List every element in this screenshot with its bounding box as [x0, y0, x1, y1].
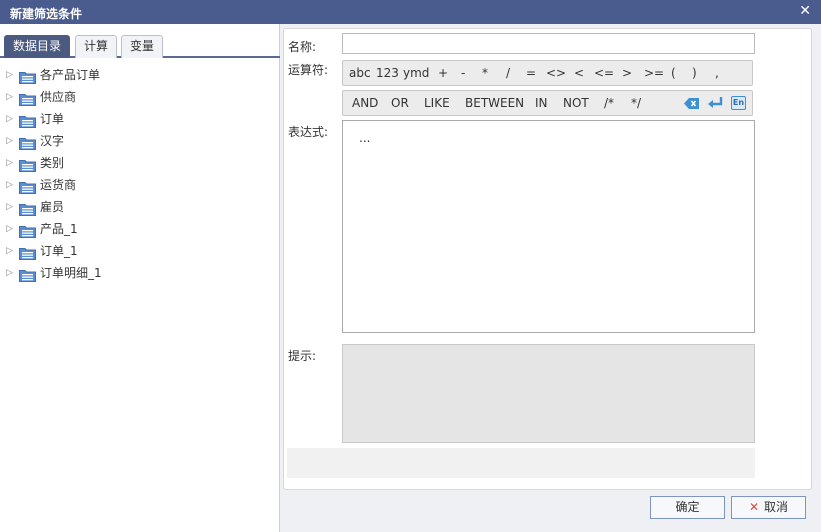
operator-button[interactable]: ymd	[403, 66, 429, 80]
operator-button[interactable]: OR	[391, 96, 409, 110]
table-folder-icon	[19, 69, 36, 84]
operator-button[interactable]: (	[671, 66, 676, 80]
operator-bar-primary: abc 123 ymd + - * / = <> < <= > >= (),	[342, 60, 753, 86]
operator-button[interactable]: abc	[349, 66, 371, 80]
tree-item[interactable]: ▷ 类别	[0, 152, 280, 174]
expand-arrow-icon[interactable]: ▷	[6, 196, 13, 218]
table-folder-icon	[19, 245, 36, 260]
tree-item[interactable]: ▷ 订单_1	[0, 240, 280, 262]
table-folder-icon	[19, 91, 36, 106]
operator-button[interactable]: =	[526, 66, 536, 80]
operator-button[interactable]: *	[482, 66, 488, 80]
dialog-title: 新建筛选条件	[10, 7, 83, 21]
tree-item-label: 产品_1	[40, 222, 78, 236]
operator-button[interactable]: <	[574, 66, 584, 80]
expression-textarea[interactable]: ...	[342, 120, 755, 333]
table-folder-icon	[19, 267, 36, 282]
tree-item-label: 供应商	[40, 90, 77, 104]
operator-button[interactable]: <=	[594, 66, 614, 80]
name-label: 名称:	[288, 40, 317, 54]
hint-label: 提示:	[288, 349, 317, 363]
left-panel: 数据目录 计算 变量 ▷ 各产品订单 ▷ 供应商 ▷ 订单 ▷ 汉字 ▷ 类别 ▷ 运货商 ▷ 雇员 ▷ 产品…	[0, 24, 280, 532]
close-icon[interactable]: ✕	[799, 3, 811, 19]
expand-arrow-icon[interactable]: ▷	[6, 174, 13, 196]
operator-button[interactable]: 123	[376, 66, 399, 80]
expand-arrow-icon[interactable]: ▷	[6, 262, 13, 284]
operator-button[interactable]: */	[631, 96, 641, 110]
tree-item-label: 汉字	[40, 134, 65, 148]
tree-item[interactable]: ▷ 雇员	[0, 196, 280, 218]
tab-calculation[interactable]: 计算	[75, 35, 118, 58]
operator-button[interactable]: <>	[546, 66, 566, 80]
dialog-body: 数据目录 计算 变量 ▷ 各产品订单 ▷ 供应商 ▷ 订单 ▷ 汉字 ▷ 类别 ▷ 运货商 ▷ 雇员 ▷ 产品…	[0, 24, 821, 532]
tree-item-label: 类别	[40, 156, 65, 170]
operator-button[interactable]: )	[692, 66, 697, 80]
tree-item[interactable]: ▷ 运货商	[0, 174, 280, 196]
operator-button[interactable]: IN	[535, 96, 548, 110]
expand-arrow-icon[interactable]: ▷	[6, 218, 13, 240]
tree-item-label: 雇员	[40, 200, 65, 214]
operator-button[interactable]: BETWEEN	[465, 96, 524, 110]
table-folder-icon	[19, 157, 36, 172]
tab-data-catalog[interactable]: 数据目录	[4, 35, 71, 58]
expand-arrow-icon[interactable]: ▷	[6, 86, 13, 108]
table-folder-icon	[19, 201, 36, 216]
enter-icon[interactable]	[707, 96, 723, 110]
expand-arrow-icon[interactable]: ▷	[6, 240, 13, 262]
tree-item[interactable]: ▷ 供应商	[0, 86, 280, 108]
tree-item-label: 运货商	[40, 178, 77, 192]
operator-button[interactable]: NOT	[563, 96, 589, 110]
operator-bar-secondary: */ /* NOT IN BETWEEN LIKE OR AND En	[342, 90, 753, 116]
expand-arrow-icon[interactable]: ▷	[6, 152, 13, 174]
tree-item[interactable]: ▷ 产品_1	[0, 218, 280, 240]
table-folder-icon	[19, 179, 36, 194]
expand-arrow-icon[interactable]: ▷	[6, 108, 13, 130]
status-strip	[287, 448, 755, 478]
tree-item-label: 各产品订单	[40, 68, 101, 82]
expression-text: ...	[359, 131, 371, 145]
hint-box	[342, 344, 755, 443]
tree-item[interactable]: ▷ 汉字	[0, 130, 280, 152]
table-folder-icon	[19, 135, 36, 150]
catalog-tree: ▷ 各产品订单 ▷ 供应商 ▷ 订单 ▷ 汉字 ▷ 类别 ▷ 运货商 ▷ 雇员 ▷ 产品_1 ▷ 订单_1 ▷ 订单明…	[0, 64, 280, 284]
expression-label: 表达式:	[288, 125, 329, 139]
operator-button[interactable]: LIKE	[424, 96, 450, 110]
operator-button[interactable]: /*	[604, 96, 614, 110]
operator-button[interactable]: ,	[715, 66, 719, 80]
tree-item[interactable]: ▷ 各产品订单	[0, 64, 280, 86]
expand-arrow-icon[interactable]: ▷	[6, 64, 13, 86]
tree-item[interactable]: ▷ 订单	[0, 108, 280, 130]
cancel-x-icon: ✕	[748, 500, 760, 514]
table-folder-icon	[19, 223, 36, 238]
operator-button[interactable]: >=	[644, 66, 664, 80]
cancel-button[interactable]: ✕ 取消	[731, 496, 806, 519]
ok-button[interactable]: 确定	[650, 496, 725, 519]
dialog-titlebar: 新建筛选条件 ✕	[0, 0, 821, 24]
expression-editor: 名称: 运算符: abc 123 ymd + - * / = <> < <= > >=(), *//* N…	[283, 28, 812, 490]
operator-button[interactable]: /	[506, 66, 510, 80]
operators-label: 运算符:	[288, 63, 329, 77]
tree-item-label: 订单	[40, 112, 65, 126]
operator-button[interactable]: -	[461, 66, 465, 80]
operator-button[interactable]: +	[438, 66, 448, 80]
backspace-icon[interactable]	[684, 97, 700, 110]
cancel-label: 取消	[764, 500, 789, 514]
table-folder-icon	[19, 113, 36, 128]
name-field[interactable]	[342, 33, 755, 54]
tab-strip: 数据目录 计算 变量	[0, 32, 280, 58]
tree-item-label: 订单_1	[40, 244, 78, 258]
tree-item-label: 订单明细_1	[40, 266, 102, 280]
expand-arrow-icon[interactable]: ▷	[6, 130, 13, 152]
tab-variables[interactable]: 变量	[121, 35, 164, 58]
tree-item[interactable]: ▷ 订单明细_1	[0, 262, 280, 284]
language-toggle-button[interactable]: En	[731, 96, 746, 110]
operator-button[interactable]: >	[622, 66, 632, 80]
operator-button[interactable]: AND	[352, 96, 378, 110]
